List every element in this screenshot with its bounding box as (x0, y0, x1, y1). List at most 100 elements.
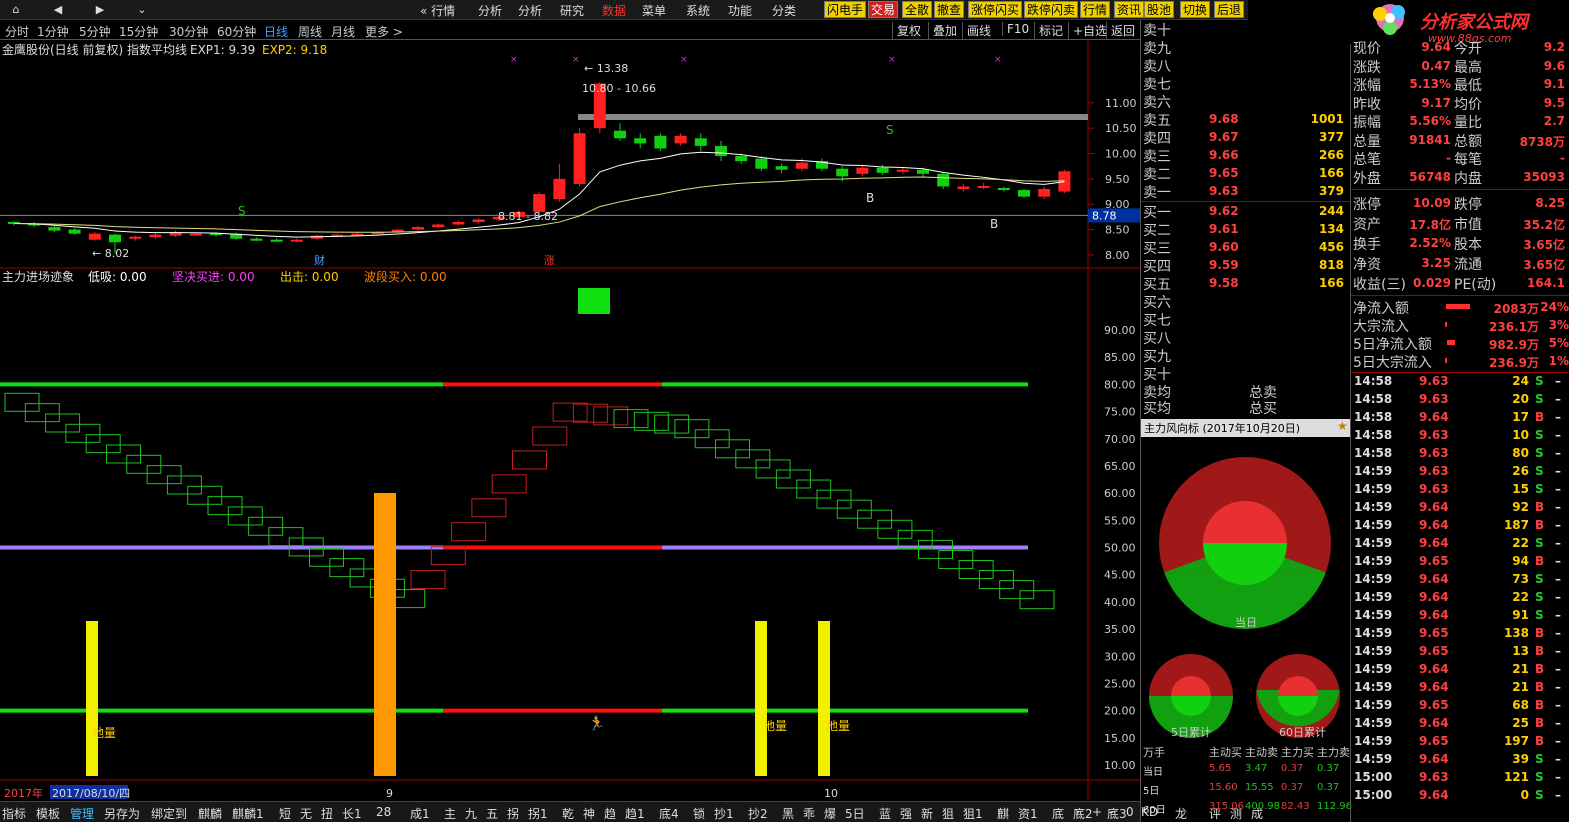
tool-5[interactable]: +自选 (1068, 22, 1107, 39)
bottom-tab-30[interactable]: 蓝 (879, 805, 891, 822)
menu-6[interactable]: 系统 (686, 2, 710, 19)
bottom-tab-8[interactable]: 无 (300, 805, 312, 822)
menu-3[interactable]: 研究 (560, 2, 584, 19)
bottom-tab-7[interactable]: 短 (279, 805, 291, 822)
bottom-tab-20[interactable]: 趋 (604, 805, 616, 822)
bottom-tab-23[interactable]: 锁 (693, 805, 705, 822)
bottom-tab-4[interactable]: 绑定到 (151, 805, 187, 822)
quick-button-5[interactable]: 跌停闪卖 (1024, 1, 1079, 18)
stat-value-2: 164.1 (1527, 276, 1565, 290)
candle-body (856, 167, 869, 174)
bottom-tab-15[interactable]: 五 (486, 805, 498, 822)
bottom-tab-0[interactable]: 指标 (2, 805, 26, 822)
menu-5[interactable]: 菜单 (642, 2, 666, 19)
bottom-tab-1[interactable]: 模板 (36, 805, 60, 822)
bottom-tab-22[interactable]: 底4 (659, 805, 679, 822)
bottom-tab-3[interactable]: 另存为 (104, 805, 140, 822)
period-3[interactable]: 15分钟 (119, 23, 158, 40)
period-1[interactable]: 1分钟 (37, 23, 69, 40)
scale-button-0[interactable]: › (1075, 805, 1080, 819)
bottom-tab-6[interactable]: 麒麟1 (232, 805, 264, 822)
period-0[interactable]: 分时 (5, 23, 29, 40)
bottom-tab-25[interactable]: 抄2 (748, 805, 768, 822)
period-9[interactable]: 更多 > (365, 23, 403, 40)
signal-marker: B (866, 191, 874, 205)
tool-0[interactable]: 复权 (892, 22, 921, 39)
quick-button-6[interactable]: 行情 (1080, 1, 1111, 18)
bottom-tab-11[interactable]: 28 (376, 805, 391, 819)
period-7[interactable]: 周线 (298, 23, 322, 40)
tick-side: S (1535, 536, 1544, 550)
bottom-tab-19[interactable]: 神 (583, 805, 595, 822)
menu-1[interactable]: 分析 (478, 2, 502, 19)
bottom-tab-18[interactable]: 乾 (562, 805, 574, 822)
bottom-tab-2[interactable]: 管理 (70, 805, 94, 822)
menu-4[interactable]: 数据 (602, 2, 626, 19)
stats-panel: 现价 9.64 今开 9.2 涨跌 0.47 最高 9.6 涨幅 5.13% 最低 9.1 昨收 9.17… (1350, 40, 1569, 822)
tool-3[interactable]: F10 (1002, 22, 1029, 36)
dropdown-icon[interactable]: ⌄ (128, 1, 156, 18)
tool-4[interactable]: 标记 (1034, 22, 1063, 39)
tick-dash: – (1555, 500, 1561, 514)
bottom-tab-37[interactable]: 底 (1052, 805, 1064, 822)
period-4[interactable]: 30分钟 (169, 23, 208, 40)
scale-button-2[interactable]: - (1109, 805, 1113, 819)
quick-button-3[interactable]: 撤查 (934, 1, 965, 18)
main-title: 金鹰股份(日线 前复权) 指数平均线 (2, 42, 187, 57)
bottom-tab-29[interactable]: 5日 (845, 805, 865, 822)
yellow-volume-bar (818, 621, 830, 776)
exp2-label: EXP2: 9.18 (262, 43, 327, 57)
quick-button-9[interactable]: 切换 (1180, 1, 1211, 18)
bottom-tab-24[interactable]: 抄1 (714, 805, 734, 822)
bottom-tab-36[interactable]: 资1 (1018, 805, 1038, 822)
candle-body (957, 186, 970, 190)
trend-box (796, 479, 832, 499)
quick-button-0[interactable]: 闪电手 (824, 1, 867, 18)
quick-button-10[interactable]: 后退 (1214, 1, 1245, 18)
quick-button-7[interactable]: 资讯 (1114, 1, 1145, 18)
bottom-tab-14[interactable]: 九 (465, 805, 477, 822)
bottom-tab-9[interactable]: 扭 (321, 805, 333, 822)
bottom-tab-31[interactable]: 强 (900, 805, 912, 822)
bottom-tab-33[interactable]: 狙 (942, 805, 954, 822)
period-5[interactable]: 60分钟 (217, 23, 256, 40)
bottom-tab-26[interactable]: 黑 (782, 805, 794, 822)
quick-button-8[interactable]: 股池 (1144, 1, 1175, 18)
quick-button-4[interactable]: 涨停闪买 (968, 1, 1023, 18)
candle-body (149, 234, 162, 238)
menu-2[interactable]: 分析 (518, 2, 542, 19)
star-icon[interactable]: ★ (1337, 419, 1348, 433)
bottom-tab-5[interactable]: 麒麟 (198, 805, 222, 822)
period-2[interactable]: 5分钟 (79, 23, 111, 40)
forward-icon[interactable]: ▶ (86, 1, 114, 18)
scale-button-3[interactable]: 0 (1126, 805, 1134, 819)
bottom-tab-34[interactable]: 狙1 (963, 805, 983, 822)
tick-dash: – (1555, 374, 1561, 388)
bottom-tab-32[interactable]: 新 (921, 805, 933, 822)
bottom-tab-10[interactable]: 长1 (342, 805, 362, 822)
tool-1[interactable]: 叠加 (928, 22, 957, 39)
quick-button-2[interactable]: 全散 (902, 1, 933, 18)
bottom-tab-28[interactable]: 爆 (824, 805, 836, 822)
bottom-tab-35[interactable]: 麒 (997, 805, 1009, 822)
bottom-tab-13[interactable]: 主 (444, 805, 456, 822)
bottom-tab-21[interactable]: 趋1 (625, 805, 645, 822)
tool-6[interactable]: 返回 (1106, 22, 1135, 39)
menu-7[interactable]: 功能 (728, 2, 752, 19)
bottom-tab-16[interactable]: 拐 (507, 805, 519, 822)
back-icon[interactable]: ◀ (44, 1, 72, 18)
orderbook-sell-price: 9.65 (1209, 166, 1239, 180)
period-8[interactable]: 月线 (331, 23, 355, 40)
tool-2[interactable]: 画线 (962, 22, 991, 39)
quick-button-1[interactable]: 交易 (868, 1, 899, 18)
bottom-tab-27[interactable]: 乖 (803, 805, 815, 822)
bottom-tab-12[interactable]: 成1 (410, 805, 430, 822)
scale-button-1[interactable]: + (1092, 805, 1102, 819)
period-6[interactable]: 日线 (264, 23, 288, 40)
menu-0[interactable]: « 行情 (420, 2, 455, 19)
bottom-tab-17[interactable]: 拐1 (528, 805, 548, 822)
home-icon[interactable]: ⌂ (2, 1, 30, 18)
tick-side: B (1535, 554, 1545, 568)
menu-8[interactable]: 分类 (772, 2, 796, 19)
trend-box (227, 506, 263, 526)
